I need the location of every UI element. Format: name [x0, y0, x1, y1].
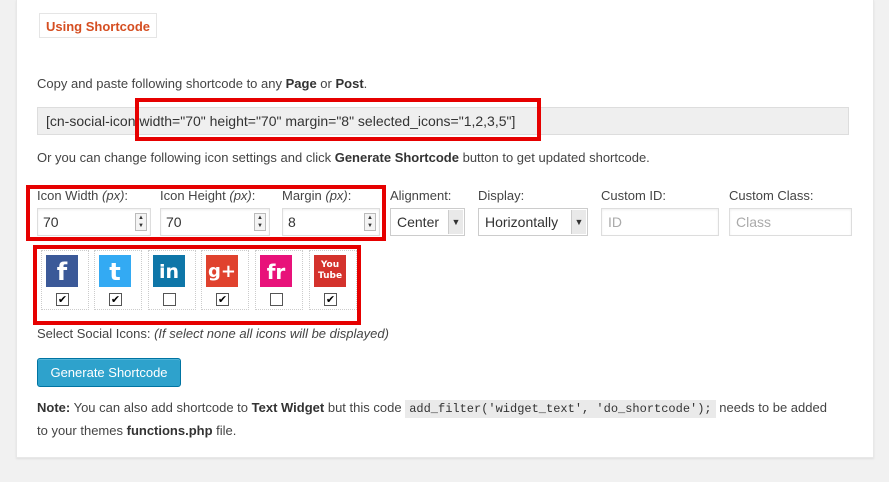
- custom-class-label: Custom Class:: [729, 188, 814, 203]
- note-line-2: to your themes functions.php file.: [37, 423, 237, 438]
- section-title: Using Shortcode: [39, 13, 158, 38]
- alignment-label: Alignment:: [390, 188, 452, 203]
- settings-instructions: Or you can change following icon setting…: [37, 150, 650, 165]
- note-line-1: Note: You can also add shortcode to Text…: [37, 400, 827, 418]
- custom-id-input[interactable]: ID: [601, 208, 719, 236]
- intro-text: Copy and paste following shortcode to an…: [37, 76, 368, 91]
- select-icons-text: Select Social Icons: (If select none all…: [37, 326, 389, 341]
- custom-id-field: Custom ID: ID: [601, 188, 719, 236]
- alignment-select[interactable]: Center ▼: [390, 208, 465, 236]
- shortcode-panel: Using Shortcode Copy and paste following…: [16, 0, 874, 458]
- custom-class-field: Custom Class: Class: [729, 188, 852, 236]
- display-select[interactable]: Horizontally ▼: [478, 208, 588, 236]
- alignment-field: Alignment: Center ▼: [390, 188, 465, 236]
- chevron-down-icon: ▼: [571, 210, 586, 234]
- custom-class-input[interactable]: Class: [729, 208, 852, 236]
- chevron-down-icon: ▼: [448, 210, 463, 234]
- highlight-box: [33, 245, 361, 325]
- highlight-box: [26, 185, 386, 241]
- custom-id-label: Custom ID:: [601, 188, 667, 203]
- code-snippet: add_filter('widget_text', 'do_shortcode'…: [405, 400, 716, 418]
- generate-shortcode-button[interactable]: Generate Shortcode: [37, 358, 181, 387]
- display-label: Display:: [478, 188, 525, 203]
- display-field: Display: Horizontally ▼: [478, 188, 588, 236]
- highlight-box: [135, 98, 541, 141]
